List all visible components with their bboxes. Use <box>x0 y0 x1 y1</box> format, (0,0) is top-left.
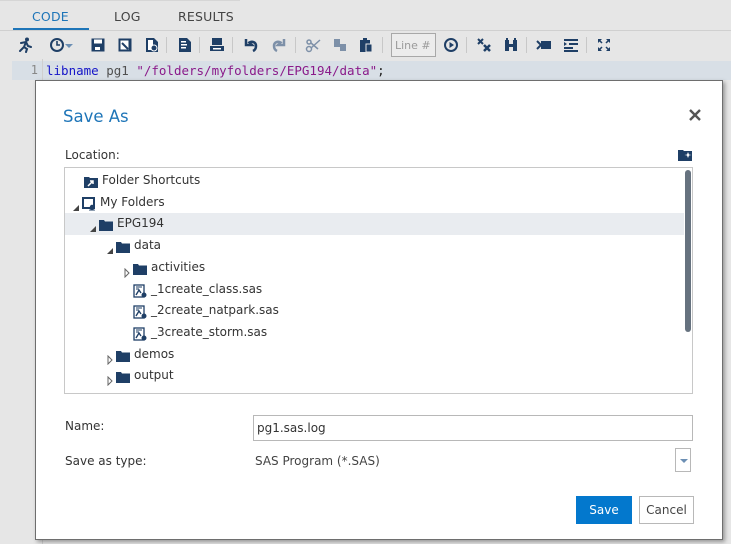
name-label: Name: <box>65 419 105 433</box>
folder-icon <box>116 369 130 384</box>
save-as-dialog: Save As Location: output demos _3create_st… <box>35 80 723 540</box>
code-keyword: libname <box>46 63 99 78</box>
tab-code[interactable]: CODE <box>32 9 69 24</box>
tree-item-label: EPG194 <box>117 216 165 231</box>
tab-log[interactable]: LOG <box>114 9 141 24</box>
tree-item-label: My Folders <box>100 194 165 209</box>
new-folder-icon[interactable] <box>677 147 693 163</box>
tab-results[interactable]: RESULTS <box>178 9 234 24</box>
save-as-icon[interactable] <box>116 36 134 54</box>
copy-icon[interactable] <box>331 36 349 54</box>
collapsed-arrow-icon[interactable] <box>106 371 114 387</box>
folder-icon <box>116 348 130 362</box>
tree-item[interactable]: EPG194 <box>65 213 684 236</box>
expanded-arrow-icon[interactable] <box>89 219 97 233</box>
paste-icon[interactable] <box>357 36 375 54</box>
tree-item-label: output <box>134 368 174 383</box>
undo-icon[interactable] <box>242 36 260 54</box>
toolbar-separator <box>295 37 296 53</box>
tab-bar: CODE LOG RESULTS <box>0 0 731 31</box>
tab-bar-border <box>0 0 240 2</box>
line-number: 1 <box>30 63 38 77</box>
location-tree[interactable]: output demos _3create_storm.sas _2create_na… <box>64 167 693 394</box>
save-as-type-dropdown[interactable] <box>675 448 691 472</box>
tree-item-label: _1create_class.sas <box>151 281 263 296</box>
folder-icon <box>99 217 113 232</box>
tree-item-label: _3create_storm.sas <box>151 324 268 339</box>
save-local-icon[interactable] <box>143 36 161 54</box>
expanded-arrow-icon[interactable] <box>106 241 114 255</box>
maximize-icon[interactable] <box>595 36 613 54</box>
tree-item[interactable]: activities <box>65 257 684 279</box>
tree-item[interactable]: _2create_natpark.sas <box>65 300 684 322</box>
tree-item[interactable]: _1create_class.sas <box>65 279 684 301</box>
code-identifier: pg1 <box>98 63 137 78</box>
dialog-title: Save As <box>63 107 129 126</box>
tree-item[interactable]: _3create_storm.sas <box>65 322 684 344</box>
tree-item[interactable]: demos <box>65 344 684 366</box>
tree-item[interactable]: output <box>65 365 684 387</box>
toolbar-separator <box>382 37 383 53</box>
tree-item[interactable]: My Folders <box>65 192 684 214</box>
format-code-icon[interactable] <box>176 36 194 54</box>
tree-item-label: activities <box>151 259 206 274</box>
save-as-type-label: Save as type: <box>65 454 147 468</box>
redo-icon[interactable] <box>270 36 288 54</box>
cancel-button[interactable]: Cancel <box>639 496 694 524</box>
folder-icon <box>133 261 147 275</box>
sas-program-icon <box>133 283 147 298</box>
save-as-type-value[interactable]: SAS Program (*.SAS) <box>255 454 380 468</box>
toolbar-separator <box>232 37 233 53</box>
active-tab-indicator <box>13 28 89 30</box>
code-punctuation: ; <box>377 63 385 78</box>
save-button[interactable]: Save <box>576 496 632 524</box>
run-icon[interactable] <box>16 36 34 54</box>
code-line-1[interactable]: libname pg1 "/folders/myfolders/EPG194/d… <box>46 61 385 80</box>
code-string: "/folders/myfolders/EPG194/data" <box>136 63 378 78</box>
tree-item-label: _2create_natpark.sas <box>151 303 279 318</box>
folder-shortcut-icon <box>84 174 98 188</box>
clear-icon[interactable] <box>475 36 493 54</box>
tree-item-label: Folder Shortcuts <box>102 173 201 187</box>
tree-item[interactable]: Folder Shortcuts <box>65 170 684 192</box>
sas-program-icon <box>133 304 147 319</box>
toolbar-separator <box>199 37 200 53</box>
collapsed-arrow-icon[interactable] <box>123 263 131 279</box>
folder-icon <box>116 239 130 254</box>
location-label: Location: <box>65 148 120 162</box>
save-icon[interactable] <box>89 36 107 54</box>
line-number-input[interactable] <box>391 33 436 57</box>
close-icon[interactable] <box>687 107 703 123</box>
indent-icon[interactable] <box>562 36 580 54</box>
my-folders-icon <box>82 196 96 211</box>
editor-toolbar <box>0 31 731 59</box>
tree-item-label: demos <box>134 346 175 361</box>
print-icon[interactable] <box>208 36 226 54</box>
tree-item[interactable]: data <box>65 235 684 257</box>
tree-scrollbar-thumb[interactable] <box>685 170 691 332</box>
toolbar-separator <box>586 37 587 53</box>
toolbar-separator <box>166 37 167 53</box>
collapsed-arrow-icon[interactable] <box>106 350 114 365</box>
name-input[interactable] <box>253 415 693 441</box>
history-dropdown-icon[interactable] <box>64 36 74 54</box>
binoculars-icon[interactable] <box>502 36 520 54</box>
toolbar-separator <box>466 37 467 53</box>
tree-scrollbar[interactable] <box>684 168 692 393</box>
sas-program-icon <box>133 326 147 341</box>
goto-line-icon[interactable] <box>442 36 460 54</box>
snippet-icon[interactable] <box>535 36 553 54</box>
toolbar-separator <box>526 37 527 53</box>
expanded-arrow-icon[interactable] <box>72 198 80 211</box>
cut-icon[interactable] <box>304 36 322 54</box>
tree-item-label: data <box>134 238 162 253</box>
